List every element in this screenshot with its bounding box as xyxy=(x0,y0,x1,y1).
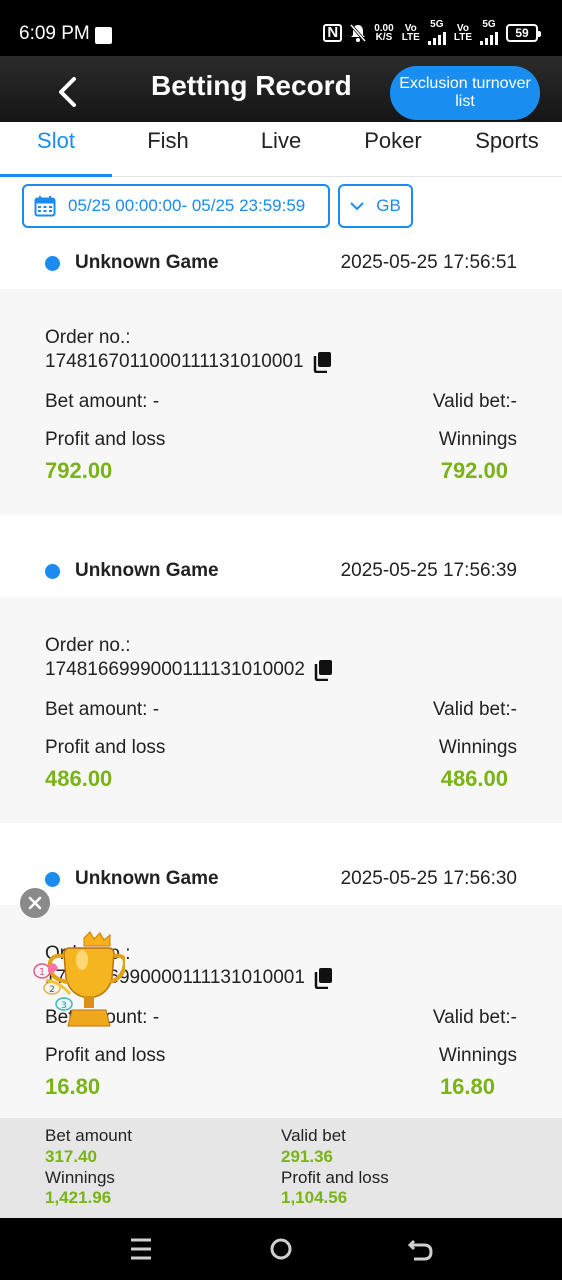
winnings-label: Winnings xyxy=(438,1045,517,1066)
copy-icon[interactable] xyxy=(313,967,333,989)
summary-winnings-label: Winnings xyxy=(45,1168,115,1187)
game-name: Unknown Game xyxy=(75,252,219,273)
summary-winnings-value: 1,421.96 xyxy=(45,1188,112,1207)
tab-slot[interactable]: Slot xyxy=(37,128,75,154)
summary-bet-amount-value: 317.40 xyxy=(45,1147,97,1166)
page-title: Betting Record xyxy=(151,70,352,101)
summary-valid-bet-label: Valid bet xyxy=(281,1126,346,1145)
nfc-icon: N xyxy=(323,23,343,42)
copy-icon[interactable] xyxy=(312,351,332,373)
tab-poker[interactable]: Poker xyxy=(364,128,421,154)
profit-loss-value: 16.80 xyxy=(45,1074,101,1099)
back-nav-icon[interactable] xyxy=(406,1236,436,1262)
region-dropdown[interactable]: GB xyxy=(338,184,413,228)
close-floating-button[interactable] xyxy=(20,888,50,918)
valid-bet-label: Valid bet:- xyxy=(432,1007,517,1028)
date-range-value: 05/25 00:00:00- 05/25 23:59:59 xyxy=(68,196,306,215)
exclusion-turnover-list-button[interactable]: Exclusion turnover list xyxy=(390,66,540,120)
svg-text:2: 2 xyxy=(49,985,55,995)
record-header: Unknown Game 2025-05-25 17:56:30 xyxy=(0,852,562,905)
winnings-value: 16.80 xyxy=(439,1074,495,1099)
record-header: Unknown Game 2025-05-25 17:56:51 xyxy=(0,236,562,289)
svg-text:3: 3 xyxy=(61,1001,67,1011)
status-dot xyxy=(45,564,60,579)
signal-icon xyxy=(427,29,446,45)
status-time: 6:09 PM xyxy=(19,23,90,44)
back-button[interactable] xyxy=(50,74,84,110)
svg-text:1: 1 xyxy=(39,967,45,978)
summary-profit-loss-value: 1,104.56 xyxy=(281,1188,348,1207)
tab-sports[interactable]: Sports xyxy=(475,128,539,154)
game-type-tabs: Slot Fish Live Poker Sports xyxy=(0,122,562,177)
winnings-label: Winnings xyxy=(438,737,517,758)
active-tab-indicator xyxy=(0,174,112,177)
winnings-label: Winnings xyxy=(438,429,517,450)
game-name: Unknown Game xyxy=(75,868,219,889)
status-dot xyxy=(45,256,60,271)
winnings-value: 486.00 xyxy=(440,766,508,791)
tab-live[interactable]: Live xyxy=(261,128,301,154)
battery-icon: 59 xyxy=(506,23,541,42)
record-datetime: 2025-05-25 17:56:30 xyxy=(340,868,517,889)
app-header: Betting Record Exclusion turnover list xyxy=(0,56,562,131)
record-details: Order no.: 1748166999000111131010002 Bet… xyxy=(0,597,562,823)
order-no-label: Order no.: xyxy=(45,635,131,656)
profit-loss-label: Profit and loss xyxy=(45,1045,166,1066)
sim2-label: Vo LTE xyxy=(453,22,472,43)
summary-valid-bet-value: 291.36 xyxy=(281,1147,333,1166)
calendar-icon xyxy=(34,196,56,217)
system-icons: N 0.00 K/S Vo LTE 5G Vo LTE 5G 59 xyxy=(323,20,541,45)
record-datetime: 2025-05-25 17:56:39 xyxy=(340,560,517,581)
region-value: GB xyxy=(376,196,401,215)
order-no-value: 1748166999000111131010002 xyxy=(45,659,305,680)
status-dot xyxy=(45,872,60,887)
system-nav-bar xyxy=(0,1218,562,1280)
home-icon[interactable] xyxy=(266,1236,296,1262)
status-bar: 6:09 PM N 0.00 K/S Vo LTE 5G Vo LTE 5G 5… xyxy=(0,0,562,56)
profit-loss-value: 792.00 xyxy=(45,458,113,483)
notification-icon xyxy=(95,27,112,44)
chevron-left-icon xyxy=(59,77,76,107)
sim1-signal: 5G xyxy=(427,20,446,45)
record-datetime: 2025-05-25 17:56:51 xyxy=(340,252,517,273)
bet-amount-label: Bet amount: - xyxy=(45,391,160,412)
record-card: Unknown Game 2025-05-25 17:56:39 Order n… xyxy=(0,544,562,852)
order-no: 1748166999000111131010002 xyxy=(45,659,333,681)
order-no-label: Order no.: xyxy=(45,327,131,348)
filter-bar: 05/25 00:00:00- 05/25 23:59:59 GB xyxy=(0,178,562,236)
close-icon xyxy=(28,896,42,910)
order-no: 1748167011000111131010001 xyxy=(45,351,332,373)
record-header: Unknown Game 2025-05-25 17:56:39 xyxy=(0,544,562,597)
summary-profit-loss-label: Profit and loss xyxy=(281,1168,389,1187)
record-details: Order no.: 1748167011000111131010001 Bet… xyxy=(0,289,562,515)
profit-loss-value: 486.00 xyxy=(45,766,113,791)
sim1-label: Vo LTE xyxy=(401,22,420,43)
sim2-signal: 5G xyxy=(480,20,498,45)
signal-icon xyxy=(480,29,498,45)
valid-bet-label: Valid bet:- xyxy=(432,391,517,412)
trophy-icon[interactable]: 1 2 3 xyxy=(30,930,125,1030)
summary-bet-amount-label: Bet amount xyxy=(45,1126,132,1145)
mute-bell-icon xyxy=(350,23,367,42)
profit-loss-label: Profit and loss xyxy=(45,737,166,758)
tab-fish[interactable]: Fish xyxy=(147,128,189,154)
date-range-picker[interactable]: 05/25 00:00:00- 05/25 23:59:59 xyxy=(22,184,330,228)
summary-footer: Bet amount 317.40 Winnings 1,421.96 Vali… xyxy=(0,1118,562,1218)
game-name: Unknown Game xyxy=(75,560,219,581)
valid-bet-label: Valid bet:- xyxy=(432,699,517,720)
recent-apps-icon[interactable] xyxy=(126,1236,156,1262)
bet-amount-label: Bet amount: - xyxy=(45,699,160,720)
copy-icon[interactable] xyxy=(313,659,333,681)
order-no-value: 1748167011000111131010001 xyxy=(45,351,304,372)
net-speed: 0.00 K/S xyxy=(374,22,394,43)
record-card: Unknown Game 2025-05-25 17:56:51 Order n… xyxy=(0,236,562,544)
profit-loss-label: Profit and loss xyxy=(45,429,166,450)
winnings-value: 792.00 xyxy=(440,458,508,483)
chevron-down-icon xyxy=(350,201,364,210)
